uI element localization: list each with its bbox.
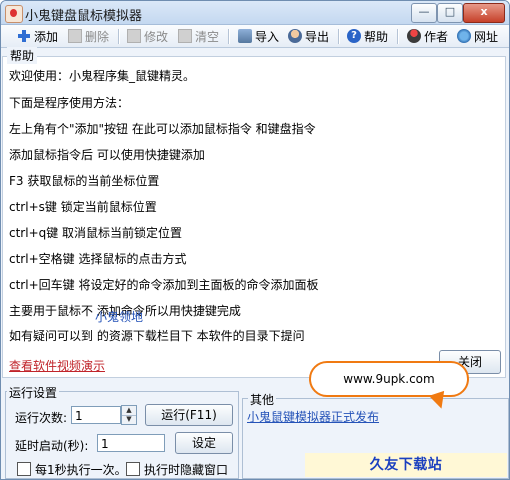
help-line: 欢迎使用：小鬼程序集_鼠键精灵。 — [9, 69, 196, 83]
minimize-button[interactable]: — — [411, 3, 437, 23]
import-icon — [238, 29, 252, 43]
every-second-checkbox[interactable] — [17, 462, 31, 476]
other-legend: 其他 — [248, 391, 277, 408]
import-label: 导入 — [255, 29, 280, 44]
run-settings-legend: 运行设置 — [7, 384, 60, 401]
release-link[interactable]: 小鬼鼠键模拟器正式发布 — [247, 408, 379, 425]
export-icon — [288, 29, 302, 43]
delete-label: 删除 — [85, 29, 110, 44]
clear-label: 清空 — [195, 29, 220, 44]
export-label: 导出 — [305, 29, 330, 44]
help-button[interactable]: ? 帮助 — [347, 27, 388, 45]
run-count-label: 运行次数: — [15, 411, 68, 425]
set-button[interactable]: 设定 — [175, 432, 233, 454]
delay-label: 延时启动(秒): — [15, 439, 89, 453]
globe-icon — [457, 29, 471, 43]
toolbar-separator — [118, 29, 120, 44]
app-logo-icon — [5, 5, 23, 23]
help-line: F3 获取鼠标的当前坐标位置 — [9, 174, 160, 188]
help-legend: 帮助 — [7, 47, 38, 64]
watermark-banner: 久友下载站(www.9upk.com) — [305, 453, 507, 477]
add-label: 添加 — [34, 29, 59, 44]
modify-button[interactable]: 修改 — [127, 27, 168, 45]
hide-window-label: 执行时隐藏窗口 — [144, 463, 229, 477]
help-label: 帮助 — [364, 29, 389, 44]
export-button[interactable]: 导出 — [288, 27, 329, 45]
help-line: 如有疑问可以到 的资源下载栏目下 本软件的目录下提问 — [9, 329, 305, 343]
run-count-stepper[interactable]: ▲ ▼ — [121, 405, 137, 425]
author-label: 作者 — [424, 29, 449, 44]
help-line: 下面是程序使用方法： — [9, 96, 130, 110]
website-button[interactable]: 网址 — [457, 27, 498, 45]
help-line: ctrl+q键 取消鼠标当前锁定位置 — [9, 226, 183, 240]
delete-icon — [68, 29, 82, 43]
title-bar[interactable]: 小鬼键盘鼠标模拟器 — □ x — [1, 1, 509, 25]
window-title: 小鬼键盘鼠标模拟器 — [25, 9, 143, 24]
help-line: 左上角有个"添加"按钮 在此可以添加鼠标指令 和键盘指令 — [9, 122, 316, 136]
run-count-input[interactable]: 1 — [71, 406, 121, 424]
run-button[interactable]: 运行(F11) — [145, 404, 233, 426]
modify-label: 修改 — [144, 29, 169, 44]
toolbar-separator — [228, 29, 230, 44]
close-window-button[interactable]: x — [463, 3, 505, 23]
clear-button[interactable]: 清空 — [178, 27, 219, 45]
toolbar: 添加 删除 修改 清空 导入 导出 ? 帮助 作者 网址 — [1, 25, 509, 48]
help-line: ctrl+s键 锁定当前鼠标位置 — [9, 200, 157, 214]
toolbar-separator — [397, 29, 399, 44]
clear-icon — [178, 29, 192, 43]
watermark-bubble: www.9upk.com — [309, 361, 469, 397]
chevron-down-icon[interactable]: ▼ — [122, 415, 136, 424]
video-demo-link[interactable]: 查看软件视频演示 — [9, 357, 105, 374]
hide-window-checkbox[interactable] — [126, 462, 140, 476]
modify-icon — [127, 29, 141, 43]
author-button[interactable]: 作者 — [407, 27, 448, 45]
overlay-label: 小鬼领地 — [95, 310, 144, 324]
help-line: 添加鼠标指令后 可以使用快捷键添加 — [9, 148, 205, 162]
maximize-button[interactable]: □ — [437, 3, 463, 23]
help-panel: 欢迎使用：小鬼程序集_鼠键精灵。 下面是程序使用方法： 左上角有个"添加"按钮 … — [2, 56, 506, 378]
plus-icon — [17, 29, 31, 43]
help-icon: ? — [347, 29, 361, 43]
website-label: 网址 — [474, 29, 499, 44]
help-line: ctrl+空格键 选择鼠标的点击方式 — [9, 252, 187, 266]
add-button[interactable]: 添加 — [17, 27, 58, 45]
main-window: 小鬼键盘鼠标模拟器 — □ x 添加 删除 修改 清空 导入 导出 ? 帮助 作… — [0, 0, 510, 480]
every-second-label: 每1秒执行一次。 — [35, 463, 127, 477]
author-pin-icon — [407, 29, 421, 43]
import-button[interactable]: 导入 — [238, 27, 279, 45]
toolbar-separator — [338, 29, 340, 44]
help-line: ctrl+回车键 将设定好的命令添加到主面板的命令添加面板 — [9, 278, 319, 292]
delete-button[interactable]: 删除 — [68, 27, 109, 45]
delay-input[interactable]: 1 — [97, 434, 165, 452]
